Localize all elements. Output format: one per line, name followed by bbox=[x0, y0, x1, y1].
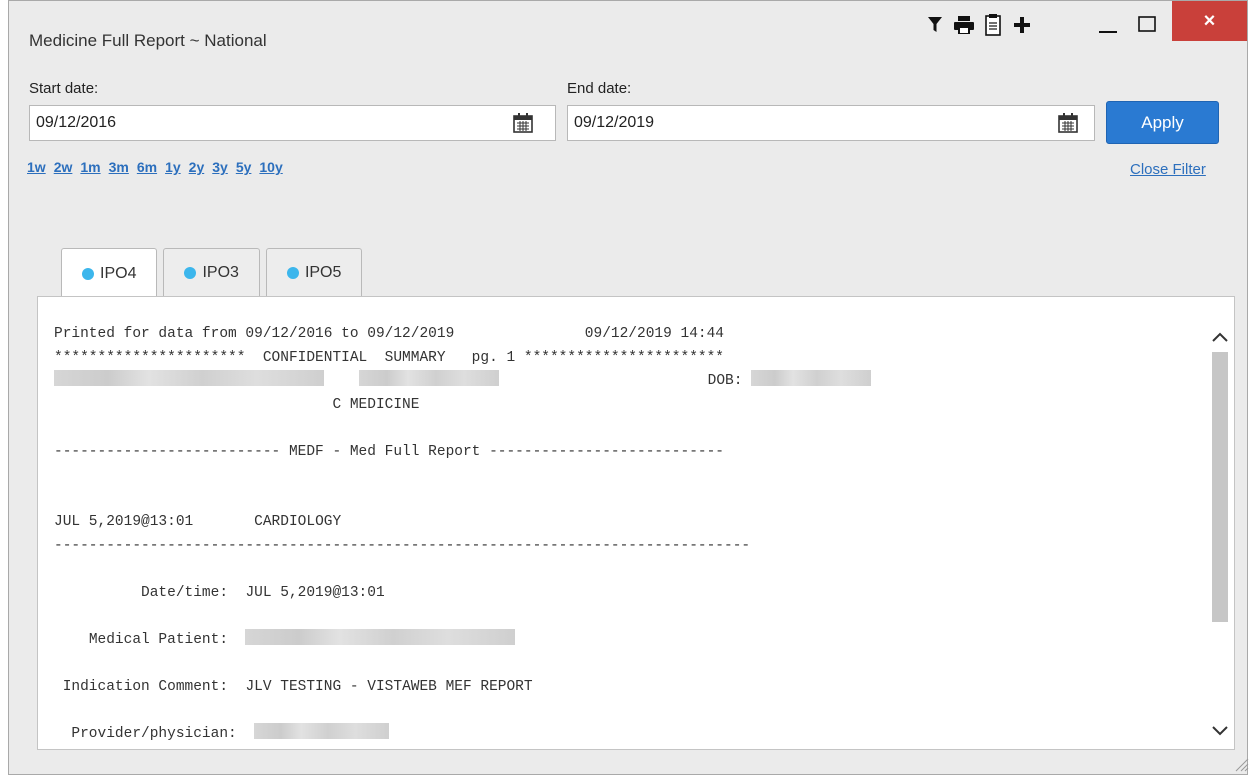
report-window: Medicine Full Report ~ National × Start … bbox=[8, 0, 1249, 775]
status-dot-icon bbox=[184, 266, 197, 279]
window-title: Medicine Full Report ~ National bbox=[29, 31, 267, 50]
report-header-line: Printed for data from 09/12/2016 to 09/1… bbox=[54, 326, 725, 342]
start-date-input[interactable] bbox=[29, 105, 556, 141]
start-date-label: Start date: bbox=[29, 80, 99, 97]
range-10y[interactable]: 10y bbox=[259, 159, 282, 175]
clipboard-icon[interactable] bbox=[981, 14, 1005, 36]
status-dot-icon bbox=[82, 267, 94, 280]
range-1w[interactable]: 1w bbox=[27, 159, 46, 175]
entry-date: JUL 5,2019@13:01 bbox=[54, 514, 194, 530]
maximize-icon[interactable] bbox=[1128, 11, 1166, 37]
field-label: Date/time: bbox=[141, 584, 229, 601]
field-value: JUL 5,2019@13:01 bbox=[245, 584, 385, 601]
range-3y[interactable]: 3y bbox=[212, 159, 228, 175]
range-2y[interactable]: 2y bbox=[189, 159, 205, 175]
end-date-label: End date: bbox=[567, 80, 632, 97]
report-tabs: IPO4 IPO3 IPO5 bbox=[61, 248, 368, 298]
range-6m[interactable]: 6m bbox=[137, 159, 157, 175]
tab-ipo5[interactable]: IPO5 bbox=[265, 248, 363, 296]
redacted-name bbox=[54, 370, 324, 386]
redacted-patient bbox=[245, 628, 516, 645]
tab-ipo4[interactable]: IPO4 bbox=[61, 248, 158, 298]
tab-label: IPO5 bbox=[304, 263, 342, 281]
scroll-up-icon[interactable] bbox=[1210, 327, 1230, 347]
plus-icon[interactable] bbox=[1010, 14, 1034, 36]
scroll-down-icon[interactable] bbox=[1210, 721, 1230, 741]
redacted-dob bbox=[751, 370, 872, 386]
range-1m[interactable]: 1m bbox=[80, 159, 100, 175]
range-5y[interactable]: 5y bbox=[236, 159, 252, 175]
print-icon[interactable] bbox=[952, 14, 976, 36]
tab-label: IPO4 bbox=[100, 264, 137, 282]
report-text: Printed for data from 09/12/2016 to 09/1… bbox=[54, 323, 872, 746]
dob-label: DOB: bbox=[707, 373, 743, 389]
report-confidential-line: ********************** CONFIDENTIAL SUMM… bbox=[54, 349, 725, 366]
range-2w[interactable]: 2w bbox=[54, 159, 73, 175]
report-panel[interactable]: Printed for data from 09/12/2016 to 09/1… bbox=[37, 296, 1235, 750]
report-divider: ----------------------------------------… bbox=[54, 537, 751, 554]
toolbar bbox=[923, 13, 1039, 37]
redacted-provider bbox=[254, 722, 390, 739]
end-date-input[interactable] bbox=[567, 105, 1095, 141]
redacted-id bbox=[358, 370, 499, 386]
field-value: JLV TESTING - VISTAWEB MEF REPORT bbox=[245, 678, 533, 695]
field-label: Provider/physician: bbox=[71, 725, 237, 742]
filter-icon[interactable] bbox=[923, 14, 947, 36]
report-section-title: C MEDICINE bbox=[54, 396, 420, 413]
tab-label: IPO3 bbox=[202, 263, 239, 281]
range-3m[interactable]: 3m bbox=[109, 159, 129, 175]
close-filter-link[interactable]: Close Filter bbox=[1130, 161, 1206, 178]
tab-ipo3[interactable]: IPO3 bbox=[163, 248, 260, 296]
calendar-icon[interactable] bbox=[1058, 113, 1078, 133]
apply-button[interactable]: Apply bbox=[1106, 101, 1219, 144]
minimize-icon[interactable] bbox=[1089, 11, 1127, 37]
date-range-shortcuts: 1w 2w 1m 3m 6m 1y 2y 3y 5y 10y bbox=[27, 159, 291, 175]
report-divider-title: -------------------------- MEDF - Med Fu… bbox=[54, 443, 725, 460]
range-1y[interactable]: 1y bbox=[165, 159, 181, 175]
entry-department: CARDIOLOGY bbox=[254, 514, 342, 530]
status-dot-icon bbox=[286, 266, 299, 279]
close-button[interactable]: × bbox=[1172, 1, 1247, 41]
field-label: Medical Patient: bbox=[88, 631, 229, 648]
resize-grip-icon[interactable] bbox=[1233, 756, 1249, 772]
scrollbar-thumb[interactable] bbox=[1212, 352, 1228, 622]
calendar-icon[interactable] bbox=[513, 113, 533, 133]
field-label: Indication Comment: bbox=[62, 678, 229, 695]
